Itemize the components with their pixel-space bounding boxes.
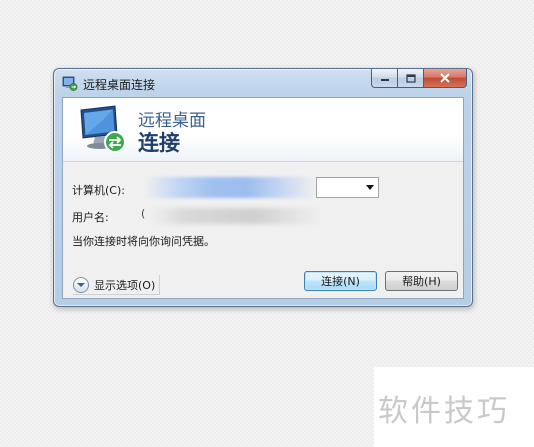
dialog-banner: 远程桌面 连接 (63, 98, 463, 162)
help-button[interactable]: 帮助(H) (385, 271, 458, 291)
computer-input-redacted[interactable] (144, 177, 316, 198)
watermark-box: 软件技巧 (374, 367, 534, 447)
caption-buttons (371, 69, 467, 88)
titlebar[interactable]: 远程桌面连接 (54, 69, 472, 97)
computer-field[interactable] (144, 177, 379, 198)
username-value-prefix: ( (141, 207, 146, 220)
show-options-button[interactable]: 显示选项(O) (73, 275, 161, 295)
username-value: ( (141, 207, 321, 225)
credentials-note: 当你连接时将向你询问凭据。 (72, 235, 215, 248)
chevron-down-icon[interactable] (366, 185, 374, 190)
minimize-icon (380, 79, 389, 81)
computer-label: 计算机(C): (72, 184, 125, 197)
connect-button[interactable]: 连接(N) (304, 271, 377, 291)
window-title: 远程桌面连接 (83, 78, 156, 92)
remote-desktop-icon (62, 76, 78, 91)
minimize-button[interactable] (371, 69, 397, 88)
close-button[interactable] (423, 69, 467, 88)
expand-down-icon[interactable] (73, 276, 89, 293)
remote-desktop-monitor-icon (80, 105, 126, 153)
dialog-client-area: 远程桌面 连接 (62, 97, 464, 299)
username-redacted (151, 208, 321, 224)
computer-dropdown[interactable] (316, 177, 379, 198)
show-options-label: 显示选项(O) (94, 278, 156, 292)
remote-desktop-window: 远程桌面连接 远程桌面 连接 计算机(C): 用户名: (当你连接时将向你询问… (53, 68, 473, 307)
maximize-icon (405, 73, 416, 83)
watermark-text: 软件技巧 (378, 394, 510, 429)
close-icon (440, 73, 450, 83)
username-label: 用户名: (72, 211, 109, 224)
banner-title-line2: 连接 (138, 131, 180, 155)
maximize-button[interactable] (397, 69, 423, 88)
